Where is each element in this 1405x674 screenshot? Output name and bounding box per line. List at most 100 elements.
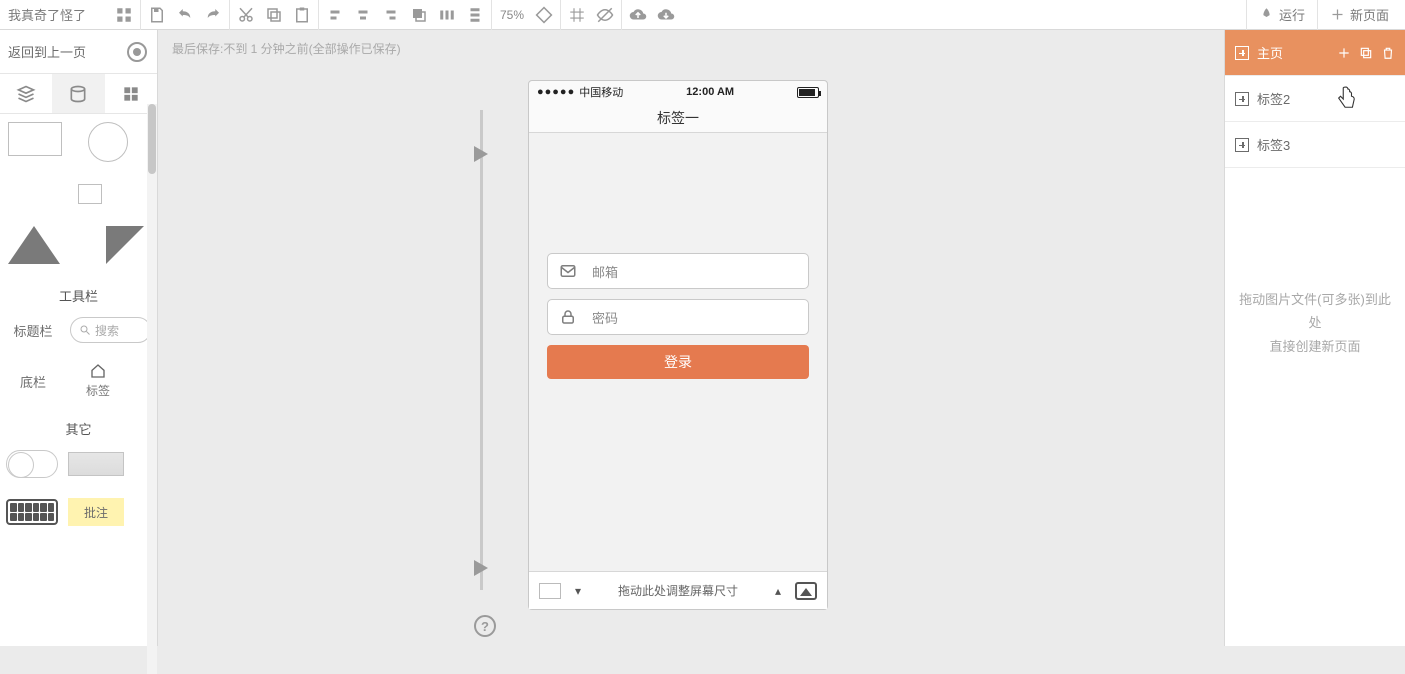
grid-icon[interactable]: [563, 0, 591, 30]
undo-icon[interactable]: [171, 0, 199, 30]
image-icon[interactable]: [795, 582, 817, 600]
pages-panel: 主页 标签2 标签3 拖动图片文件(可多张)到此处 直接创建新页面: [1224, 30, 1405, 646]
rocket-icon: [1259, 7, 1274, 22]
add-page-icon[interactable]: [1337, 46, 1351, 60]
new-page-button[interactable]: 新页面: [1320, 0, 1399, 30]
expand-icon[interactable]: [1235, 92, 1249, 106]
carrier-label: 中国移动: [579, 84, 623, 100]
page-row-main[interactable]: 主页: [1225, 30, 1405, 76]
zoom-level[interactable]: 75%: [494, 8, 530, 22]
paste-icon[interactable]: [288, 0, 316, 30]
distribute-v-icon[interactable]: [461, 0, 489, 30]
email-placeholder: 邮箱: [592, 262, 618, 281]
battery-icon: [797, 87, 819, 98]
top-toolbar: 我真奇了怪了 75% 运行 新页面: [0, 0, 1405, 30]
cloud-download-icon[interactable]: [652, 0, 680, 30]
shape-small-rect[interactable]: [78, 184, 102, 204]
signal-dots: ●●●●●: [537, 86, 575, 98]
comp-keyboard[interactable]: [6, 499, 58, 525]
scrollbar-thumb[interactable]: [148, 104, 156, 174]
comp-titlebar-label[interactable]: 标题栏: [6, 321, 60, 340]
visibility-icon[interactable]: [591, 0, 619, 30]
back-label: 返回到上一页: [8, 42, 86, 61]
comp-search-pill[interactable]: 搜索: [70, 317, 151, 343]
resize-hint[interactable]: 拖动此处调整屏幕尺寸: [595, 582, 761, 599]
canvas-area[interactable]: 最后保存:不到 1 分钟之前(全部操作已保存) ? ●●●●● 中国移动 12:…: [158, 30, 1224, 646]
new-page-label: 新页面: [1350, 5, 1389, 24]
back-row[interactable]: 返回到上一页: [0, 30, 157, 74]
shape-rectangle[interactable]: [8, 122, 62, 156]
lock-icon: [558, 308, 578, 326]
page-label: 主页: [1257, 43, 1283, 62]
save-icon[interactable]: [143, 0, 171, 30]
distribute-h-icon[interactable]: [433, 0, 461, 30]
drop-hint-line1: 拖动图片文件(可多张)到此处: [1233, 288, 1397, 335]
ruler-handle-bottom[interactable]: [474, 560, 488, 576]
duplicate-icon[interactable]: [1359, 46, 1373, 60]
comp-slider[interactable]: [68, 452, 124, 476]
ruler-handle-top[interactable]: [474, 146, 488, 162]
section-other-label: 其它: [6, 419, 151, 438]
shape-circle[interactable]: [88, 122, 128, 162]
divider: [560, 0, 561, 30]
divider: [229, 0, 230, 30]
align-center-icon[interactable]: [349, 0, 377, 30]
section-tools-label: 工具栏: [6, 286, 151, 305]
run-label: 运行: [1279, 5, 1305, 24]
redo-icon[interactable]: [199, 0, 227, 30]
email-field[interactable]: 邮箱: [547, 253, 809, 289]
nav-title: 标签一: [529, 103, 827, 133]
expand-icon[interactable]: [1235, 46, 1249, 60]
comp-bottombar-label[interactable]: 底栏: [6, 372, 60, 391]
divider: [1246, 0, 1247, 30]
tab-data-icon[interactable]: [52, 74, 104, 113]
shape-triangle[interactable]: [8, 226, 60, 264]
page-actions: [1337, 46, 1395, 60]
page-row-3[interactable]: 标签3: [1225, 122, 1405, 168]
divider: [1317, 0, 1318, 30]
chevron-down-icon[interactable]: ▾: [575, 584, 581, 598]
target-icon[interactable]: [127, 42, 147, 62]
left-tabs: [0, 74, 157, 114]
password-placeholder: 密码: [592, 308, 618, 327]
components-list: 工具栏 标题栏 搜索 底栏 标签 其它 批注: [0, 114, 157, 646]
divider: [621, 0, 622, 30]
search-placeholder: 搜索: [95, 322, 119, 339]
phone-mockup[interactable]: ●●●●● 中国移动 12:00 AM 标签一 邮箱 密码 登录 ▾: [528, 80, 828, 610]
delete-icon[interactable]: [1381, 46, 1395, 60]
shape-right-triangle[interactable]: [106, 226, 144, 264]
layout-icon[interactable]: [110, 0, 138, 30]
comp-home-tag[interactable]: 标签: [70, 363, 126, 399]
drop-hint-line2: 直接创建新页面: [1233, 335, 1397, 358]
help-icon[interactable]: ?: [474, 615, 496, 637]
comp-note[interactable]: 批注: [68, 498, 124, 526]
page-label: 标签3: [1257, 135, 1290, 154]
copy-icon[interactable]: [260, 0, 288, 30]
cut-icon[interactable]: [232, 0, 260, 30]
left-scrollbar[interactable]: [147, 104, 157, 674]
status-bar: ●●●●● 中国移动 12:00 AM: [529, 81, 827, 103]
page-row-2[interactable]: 标签2: [1225, 76, 1405, 122]
rotate-icon[interactable]: [530, 0, 558, 30]
login-button[interactable]: 登录: [547, 345, 809, 379]
phone-footer: ▾ 拖动此处调整屏幕尺寸 ▴: [529, 571, 827, 609]
bring-front-icon[interactable]: [405, 0, 433, 30]
align-left-icon[interactable]: [321, 0, 349, 30]
page-label: 标签2: [1257, 89, 1290, 108]
cloud-upload-icon[interactable]: [624, 0, 652, 30]
device-frame: ●●●●● 中国移动 12:00 AM 标签一 邮箱 密码 登录 ▾: [528, 80, 833, 610]
password-field[interactable]: 密码: [547, 299, 809, 335]
align-right-icon[interactable]: [377, 0, 405, 30]
run-button[interactable]: 运行: [1249, 0, 1315, 30]
vertical-ruler[interactable]: [480, 110, 483, 590]
phone-body: 邮箱 密码 登录: [529, 133, 827, 571]
chevron-up-icon[interactable]: ▴: [775, 584, 781, 598]
home-icon: [89, 363, 107, 379]
plus-icon: [1330, 7, 1345, 22]
status-time: 12:00 AM: [623, 86, 797, 98]
comp-toggle[interactable]: [6, 450, 58, 478]
color-swatch[interactable]: [539, 583, 561, 599]
tab-components-icon[interactable]: [0, 74, 52, 113]
expand-icon[interactable]: [1235, 138, 1249, 152]
divider: [140, 0, 141, 30]
